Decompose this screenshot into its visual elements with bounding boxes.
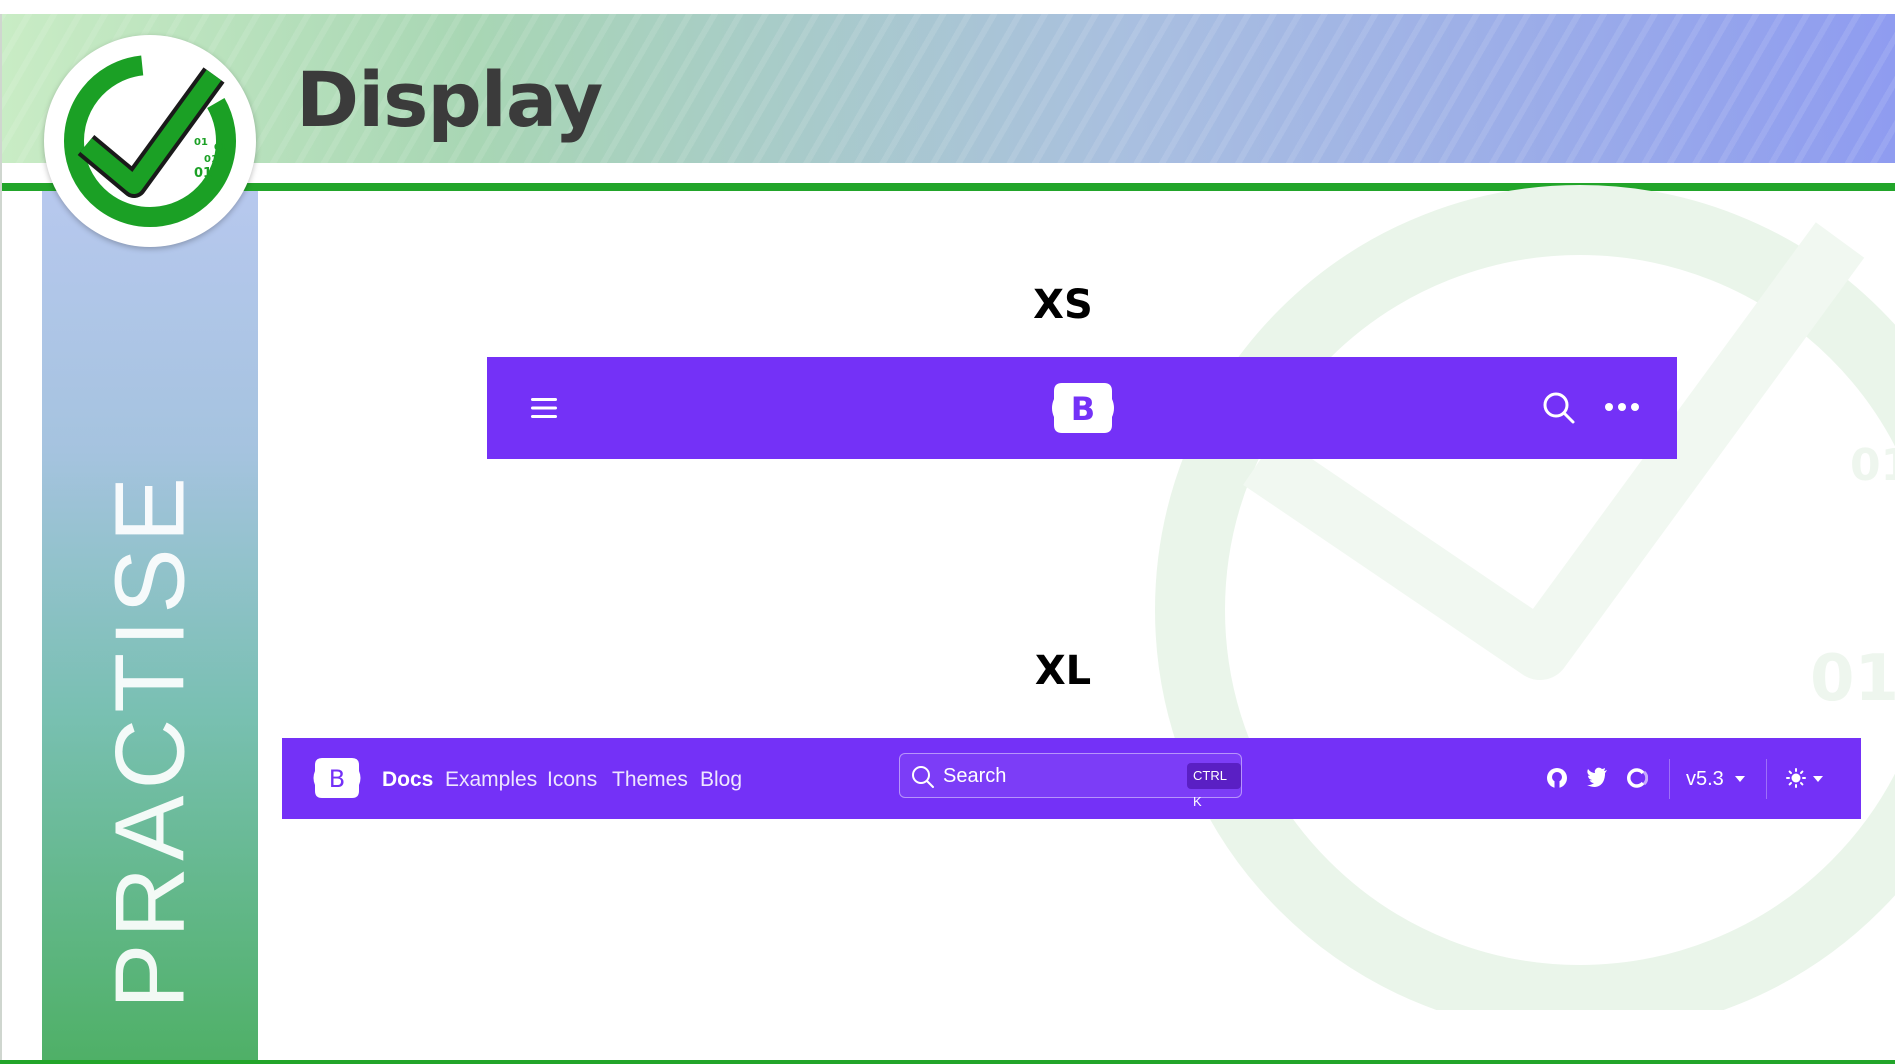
header-divider-white [0, 163, 1895, 169]
checkmark-logo-icon: 01 01 01 01 [63, 54, 236, 227]
nav-link-icons[interactable]: Icons [547, 768, 597, 792]
bootstrap-logo-icon[interactable]: B [1050, 381, 1116, 435]
header-band [0, 14, 1895, 164]
svg-text:01: 01 [1850, 440, 1895, 491]
menu-icon[interactable] [529, 394, 559, 422]
version-dropdown[interactable]: v5.3 [1686, 768, 1724, 791]
section-label-xl: XL [1034, 648, 1092, 694]
twitter-icon[interactable] [1586, 767, 1608, 787]
theme-toggle-icon[interactable] [1786, 768, 1806, 788]
navbar-divider [1766, 759, 1767, 799]
svg-text:01: 01 [1810, 642, 1895, 716]
nav-link-themes[interactable]: Themes [612, 768, 688, 792]
logo: 01 01 01 01 [44, 35, 256, 247]
left-frame-line [0, 14, 2, 1064]
opencollective-icon[interactable] [1626, 767, 1648, 789]
brand-letter: B [1071, 390, 1095, 428]
logo-digit: 01 [194, 137, 208, 148]
github-icon[interactable] [1546, 767, 1568, 789]
navbar-divider [1669, 759, 1670, 799]
footer-line [0, 1060, 1895, 1064]
sidebar-label: PRACTISE [94, 470, 205, 1010]
search-icon[interactable] [1542, 391, 1576, 425]
search-placeholder: Search [943, 765, 1007, 787]
logo-digit: 01 [204, 154, 218, 165]
logo-digit: 01 [214, 143, 227, 153]
brand-letter: B [329, 765, 345, 793]
nav-link-examples[interactable]: Examples [445, 768, 537, 792]
navbar-xl: B Docs Examples Icons Themes Blog Search… [282, 738, 1861, 819]
watermark-check-icon: 01 01 [1155, 185, 1895, 1010]
search-shortcut: CTRL K [1187, 763, 1241, 809]
navbar-xs: B [487, 357, 1677, 459]
search-input[interactable]: Search CTRL K [899, 753, 1242, 809]
search-icon [912, 766, 934, 788]
nav-link-blog[interactable]: Blog [700, 768, 742, 792]
logo-digit: 01 [194, 166, 212, 181]
section-label-xs: XS [1033, 282, 1093, 328]
nav-link-docs[interactable]: Docs [382, 768, 433, 792]
chevron-down-icon [1735, 776, 1745, 782]
bootstrap-logo-icon[interactable]: B [312, 756, 362, 800]
more-icon[interactable] [1604, 401, 1640, 413]
page-title: Display [296, 55, 603, 144]
chevron-down-icon [1813, 776, 1823, 782]
